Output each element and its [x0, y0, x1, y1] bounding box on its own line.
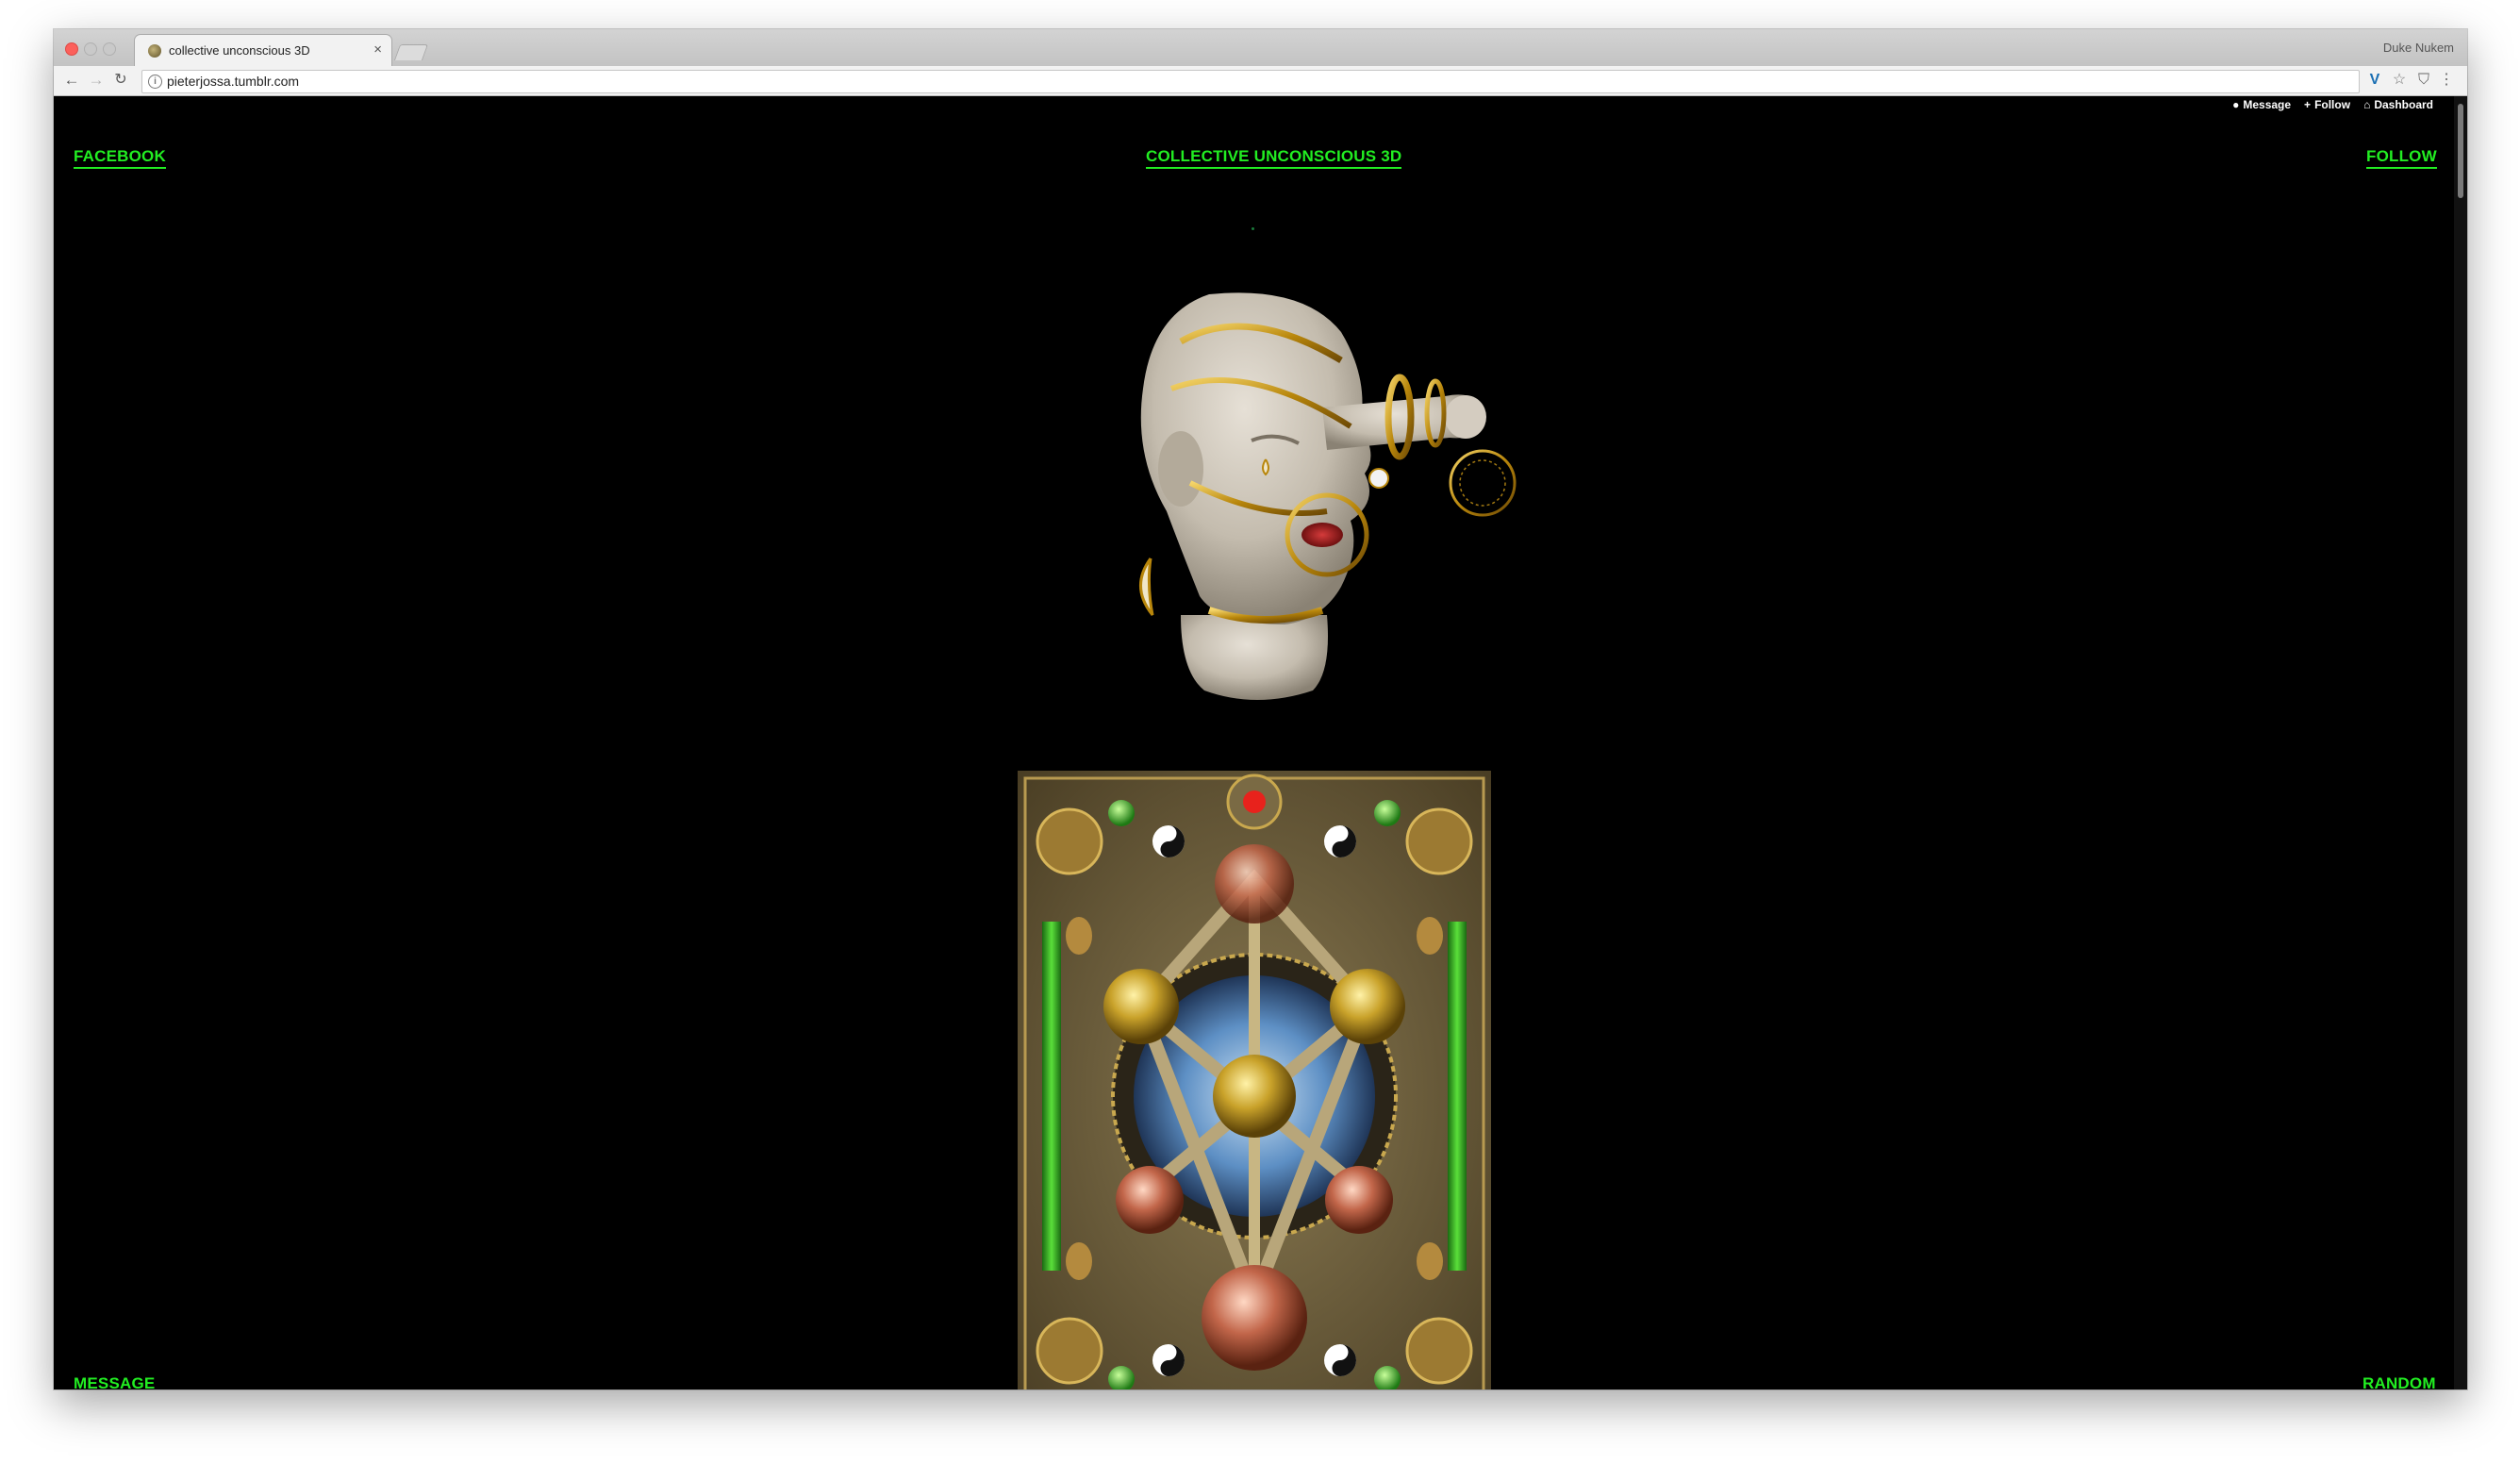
tumblr-dashboard-button[interactable]: ⌂ Dashboard — [2363, 98, 2433, 111]
tab-close-icon[interactable]: × — [373, 42, 382, 58]
chat-icon: ● — [2232, 98, 2240, 111]
dot-decoration — [1252, 227, 1254, 230]
new-tab-button[interactable] — [393, 44, 429, 60]
mandala-render-image — [1018, 771, 1491, 1389]
tumblr-dashboard-label: Dashboard — [2374, 98, 2433, 111]
url-text[interactable]: pieterjossa.tumblr.com — [167, 74, 299, 89]
tumblr-message-label: Message — [2243, 98, 2292, 111]
menu-icon[interactable]: ⋮ — [2437, 71, 2456, 90]
follow-link[interactable]: FOLLOW — [2366, 147, 2437, 169]
forward-button[interactable]: → — [86, 70, 107, 91]
back-button[interactable]: ← — [61, 70, 82, 91]
tumblr-message-button[interactable]: ● Message — [2232, 98, 2291, 111]
info-icon[interactable]: i — [148, 75, 162, 89]
post-image-mandala[interactable] — [1018, 771, 1491, 1389]
vivaldi-icon[interactable]: V — [2365, 71, 2384, 90]
message-link[interactable]: MESSAGE — [74, 1374, 155, 1389]
post-image-head[interactable] — [1039, 238, 1530, 728]
address-bar[interactable]: i pieterjossa.tumblr.com — [141, 70, 2360, 93]
reload-button[interactable]: ↻ — [110, 70, 131, 91]
tab-title: collective unconscious 3D — [169, 43, 310, 58]
browser-tab[interactable]: collective unconscious 3D × — [135, 35, 391, 66]
head-render-image — [1139, 292, 1517, 700]
shield-icon[interactable]: ⛉ — [2414, 71, 2433, 90]
tab-strip: collective unconscious 3D × Duke Nukem — [54, 29, 2467, 66]
tumblr-follow-button[interactable]: + Follow — [2304, 98, 2350, 111]
star-icon[interactable]: ☆ — [2390, 71, 2409, 90]
tumblr-follow-label: Follow — [2314, 98, 2351, 111]
favicon-icon — [148, 44, 161, 58]
scrollbar-thumb[interactable] — [2458, 104, 2463, 198]
profile-name[interactable]: Duke Nukem — [2383, 41, 2454, 55]
random-link[interactable]: RANDOM — [2362, 1374, 2436, 1389]
page-scrollbar[interactable] — [2454, 96, 2467, 1389]
minimize-window-button[interactable] — [84, 42, 97, 56]
facebook-link[interactable]: FACEBOOK — [74, 147, 166, 169]
zoom-window-button[interactable] — [103, 42, 116, 56]
close-window-button[interactable] — [65, 42, 78, 56]
tumblr-controls: ● Message + Follow ⌂ Dashboard — [2232, 98, 2433, 111]
home-icon: ⌂ — [2363, 98, 2371, 111]
browser-window: collective unconscious 3D × Duke Nukem ←… — [54, 29, 2467, 1389]
browser-toolbar: ← → ↻ i pieterjossa.tumblr.com V ☆ ⛉ ⋮ — [54, 66, 2467, 96]
blog-title-link[interactable]: COLLECTIVE UNCONSCIOUS 3D — [1146, 147, 1402, 169]
page-viewport: ● Message + Follow ⌂ Dashboard FACEBOOK … — [54, 96, 2454, 1389]
plus-icon: + — [2304, 98, 2312, 111]
